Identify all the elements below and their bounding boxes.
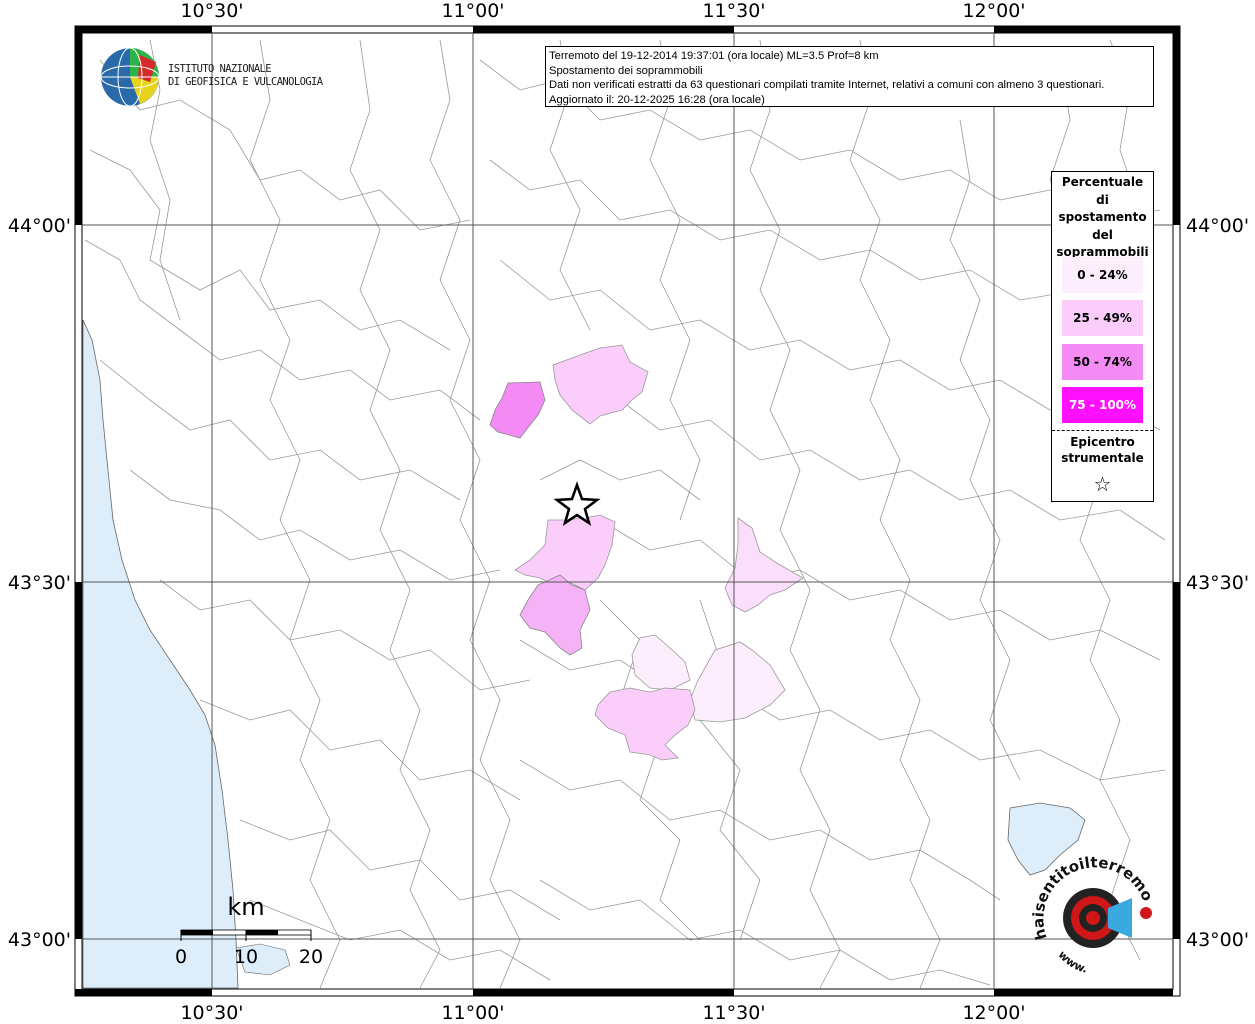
legend-class-0: 0 - 24% xyxy=(1062,257,1143,293)
legend-class-2: 50 - 74% xyxy=(1062,344,1143,380)
legend-title-line: Percentuale xyxy=(1061,175,1144,189)
legend-title-line: del xyxy=(1092,227,1113,242)
left-label-1: 43°30' xyxy=(8,572,71,594)
legend-separator xyxy=(1052,430,1153,431)
scale-tick-1: 10 xyxy=(234,946,258,968)
legend-class-3: 75 - 100% xyxy=(1062,387,1143,423)
top-label-2: 11°30' xyxy=(702,0,765,22)
top-label-1: 11°00' xyxy=(441,0,504,22)
legend-class-1: 25 - 49% xyxy=(1062,300,1143,336)
event-subtitle: Spostamento dei soprammobili xyxy=(549,64,703,77)
scale-unit: km xyxy=(227,893,264,921)
legend-title-line: spostamento xyxy=(1058,210,1147,224)
bottom-label-2: 11°30' xyxy=(702,1002,765,1024)
scale-tick-2: 20 xyxy=(299,946,323,968)
event-title: Terremoto del 19-12-2014 19:37:01 (ora l… xyxy=(549,50,879,62)
top-label-0: 10°30' xyxy=(180,0,243,22)
scale-tick-0: 0 xyxy=(175,946,187,968)
top-label-3: 12°00' xyxy=(962,0,1025,22)
right-label-2: 43°00' xyxy=(1186,929,1249,951)
bottom-label-3: 12°00' xyxy=(962,1002,1025,1024)
right-label-0: 44°00' xyxy=(1186,215,1249,237)
legend-star-icon: ☆ xyxy=(1093,472,1112,496)
legend-title-line: di xyxy=(1096,192,1109,207)
right-label-1: 43°30' xyxy=(1186,572,1249,594)
event-note: Dati non verificati estratti da 63 quest… xyxy=(549,79,1105,92)
legend-epicenter: Epicentro strumentale xyxy=(1052,434,1153,466)
institute-line-2: DI GEOFISICA E VULCANOLOGIA xyxy=(168,76,323,88)
legend: Percentuale di spostamento del soprammob… xyxy=(1051,171,1154,502)
legend-epicenter-line: strumentale xyxy=(1061,451,1144,465)
legend-title: Percentuale di spostamento del soprammob… xyxy=(1052,172,1153,262)
map-canvas: 10°30' 11°00' 11°30' 12°00' 10°30' 11°00… xyxy=(0,0,1249,1024)
left-label-0: 44°00' xyxy=(8,215,71,237)
event-updated: Aggiornato il: 20-12-2025 16:28 (ora loc… xyxy=(549,93,765,106)
institute-name: ISTITUTO NAZIONALE DI GEOFISICA E VULCAN… xyxy=(168,63,323,89)
bottom-label-0: 10°30' xyxy=(180,1002,243,1024)
bottom-label-1: 11°00' xyxy=(441,1002,504,1024)
institute-line-1: ISTITUTO NAZIONALE xyxy=(168,63,272,75)
event-info-box: Terremoto del 19-12-2014 19:37:01 (ora l… xyxy=(545,46,1154,107)
ingv-logo-icon xyxy=(100,47,160,107)
left-label-2: 43°00' xyxy=(8,929,71,951)
legend-epicenter-line: Epicentro xyxy=(1070,435,1135,449)
